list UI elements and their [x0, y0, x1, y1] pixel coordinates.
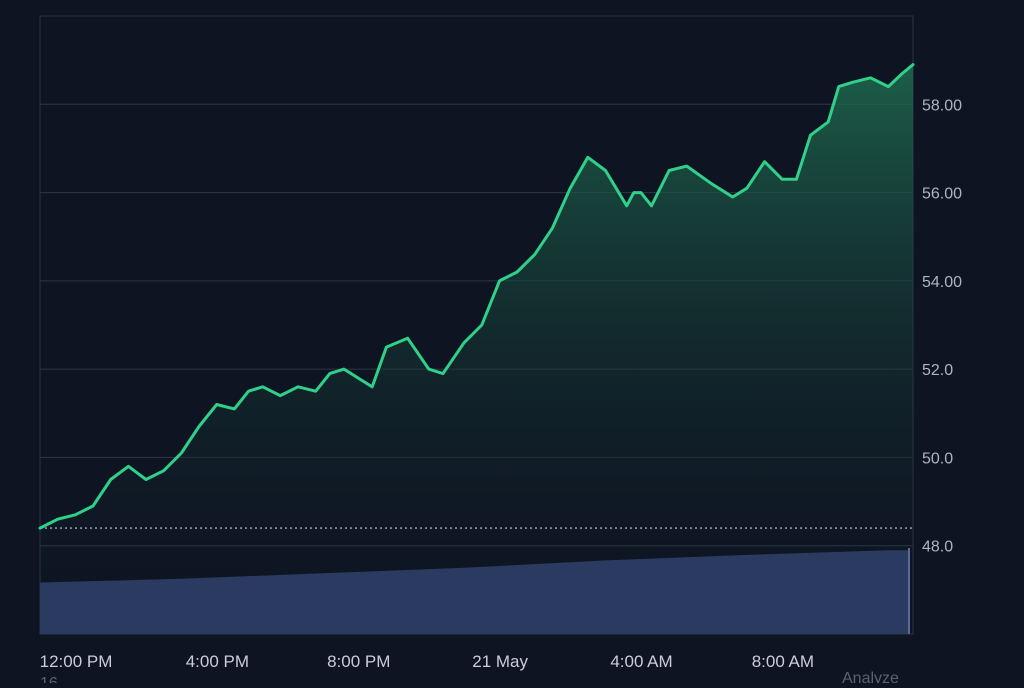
footer-right-text[interactable]: Analyze	[842, 670, 899, 687]
y-tick-label: 52.0	[922, 362, 953, 379]
area-layer	[40, 64, 913, 635]
y-tick-label: 50.0	[922, 450, 953, 467]
x-tick-label: 4:00 AM	[610, 652, 672, 671]
x-tick-label: 8:00 AM	[752, 652, 814, 671]
y-tick-label: 48.0	[922, 539, 953, 556]
x-tick-label: 8:00 PM	[327, 652, 390, 671]
footer-left-text: 16	[40, 675, 58, 683]
x-tick-label: 12:00 PM	[40, 652, 113, 671]
y-tick-label: 56.00	[922, 186, 962, 203]
x-tick-label: 4:00 PM	[186, 652, 249, 671]
price-chart: 48.0 50.0 52.0 54.00 56.00 58.00 12:00 PM 4:00 …	[0, 0, 1024, 688]
price-area	[40, 64, 913, 635]
price-chart-svg: 48.0 50.0 52.0 54.00 56.00 58.00 12:00 PM 4:00 …	[38, 15, 962, 688]
x-tick-label: 21 May	[472, 652, 528, 671]
y-tick-label: 58.00	[922, 97, 962, 114]
y-tick-label: 54.00	[922, 274, 962, 291]
